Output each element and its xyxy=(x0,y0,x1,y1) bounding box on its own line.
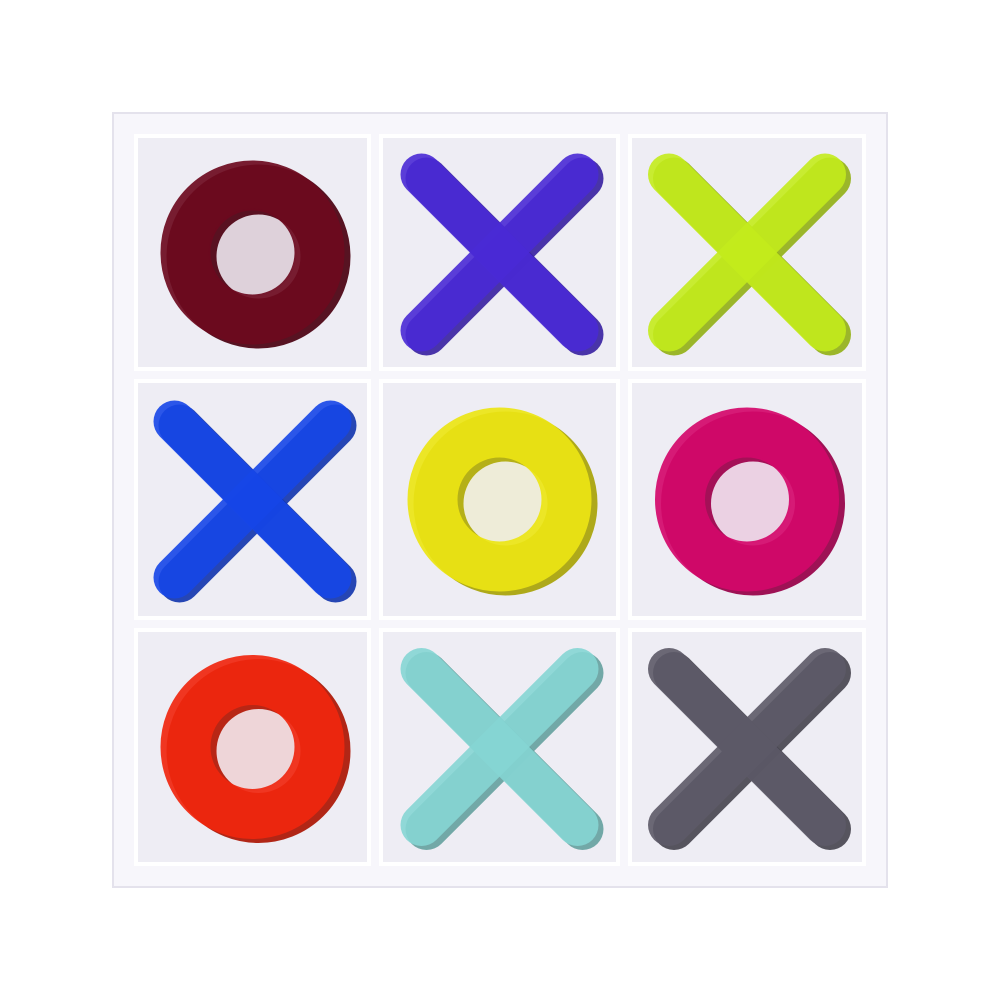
tic-tac-toe-board-scene xyxy=(0,0,1000,1000)
o-piece-red xyxy=(160,655,351,843)
o-piece-yellow xyxy=(407,407,598,596)
o-piece-maroon xyxy=(160,160,351,349)
game-pieces xyxy=(153,153,851,850)
o-piece-magenta xyxy=(655,407,845,596)
